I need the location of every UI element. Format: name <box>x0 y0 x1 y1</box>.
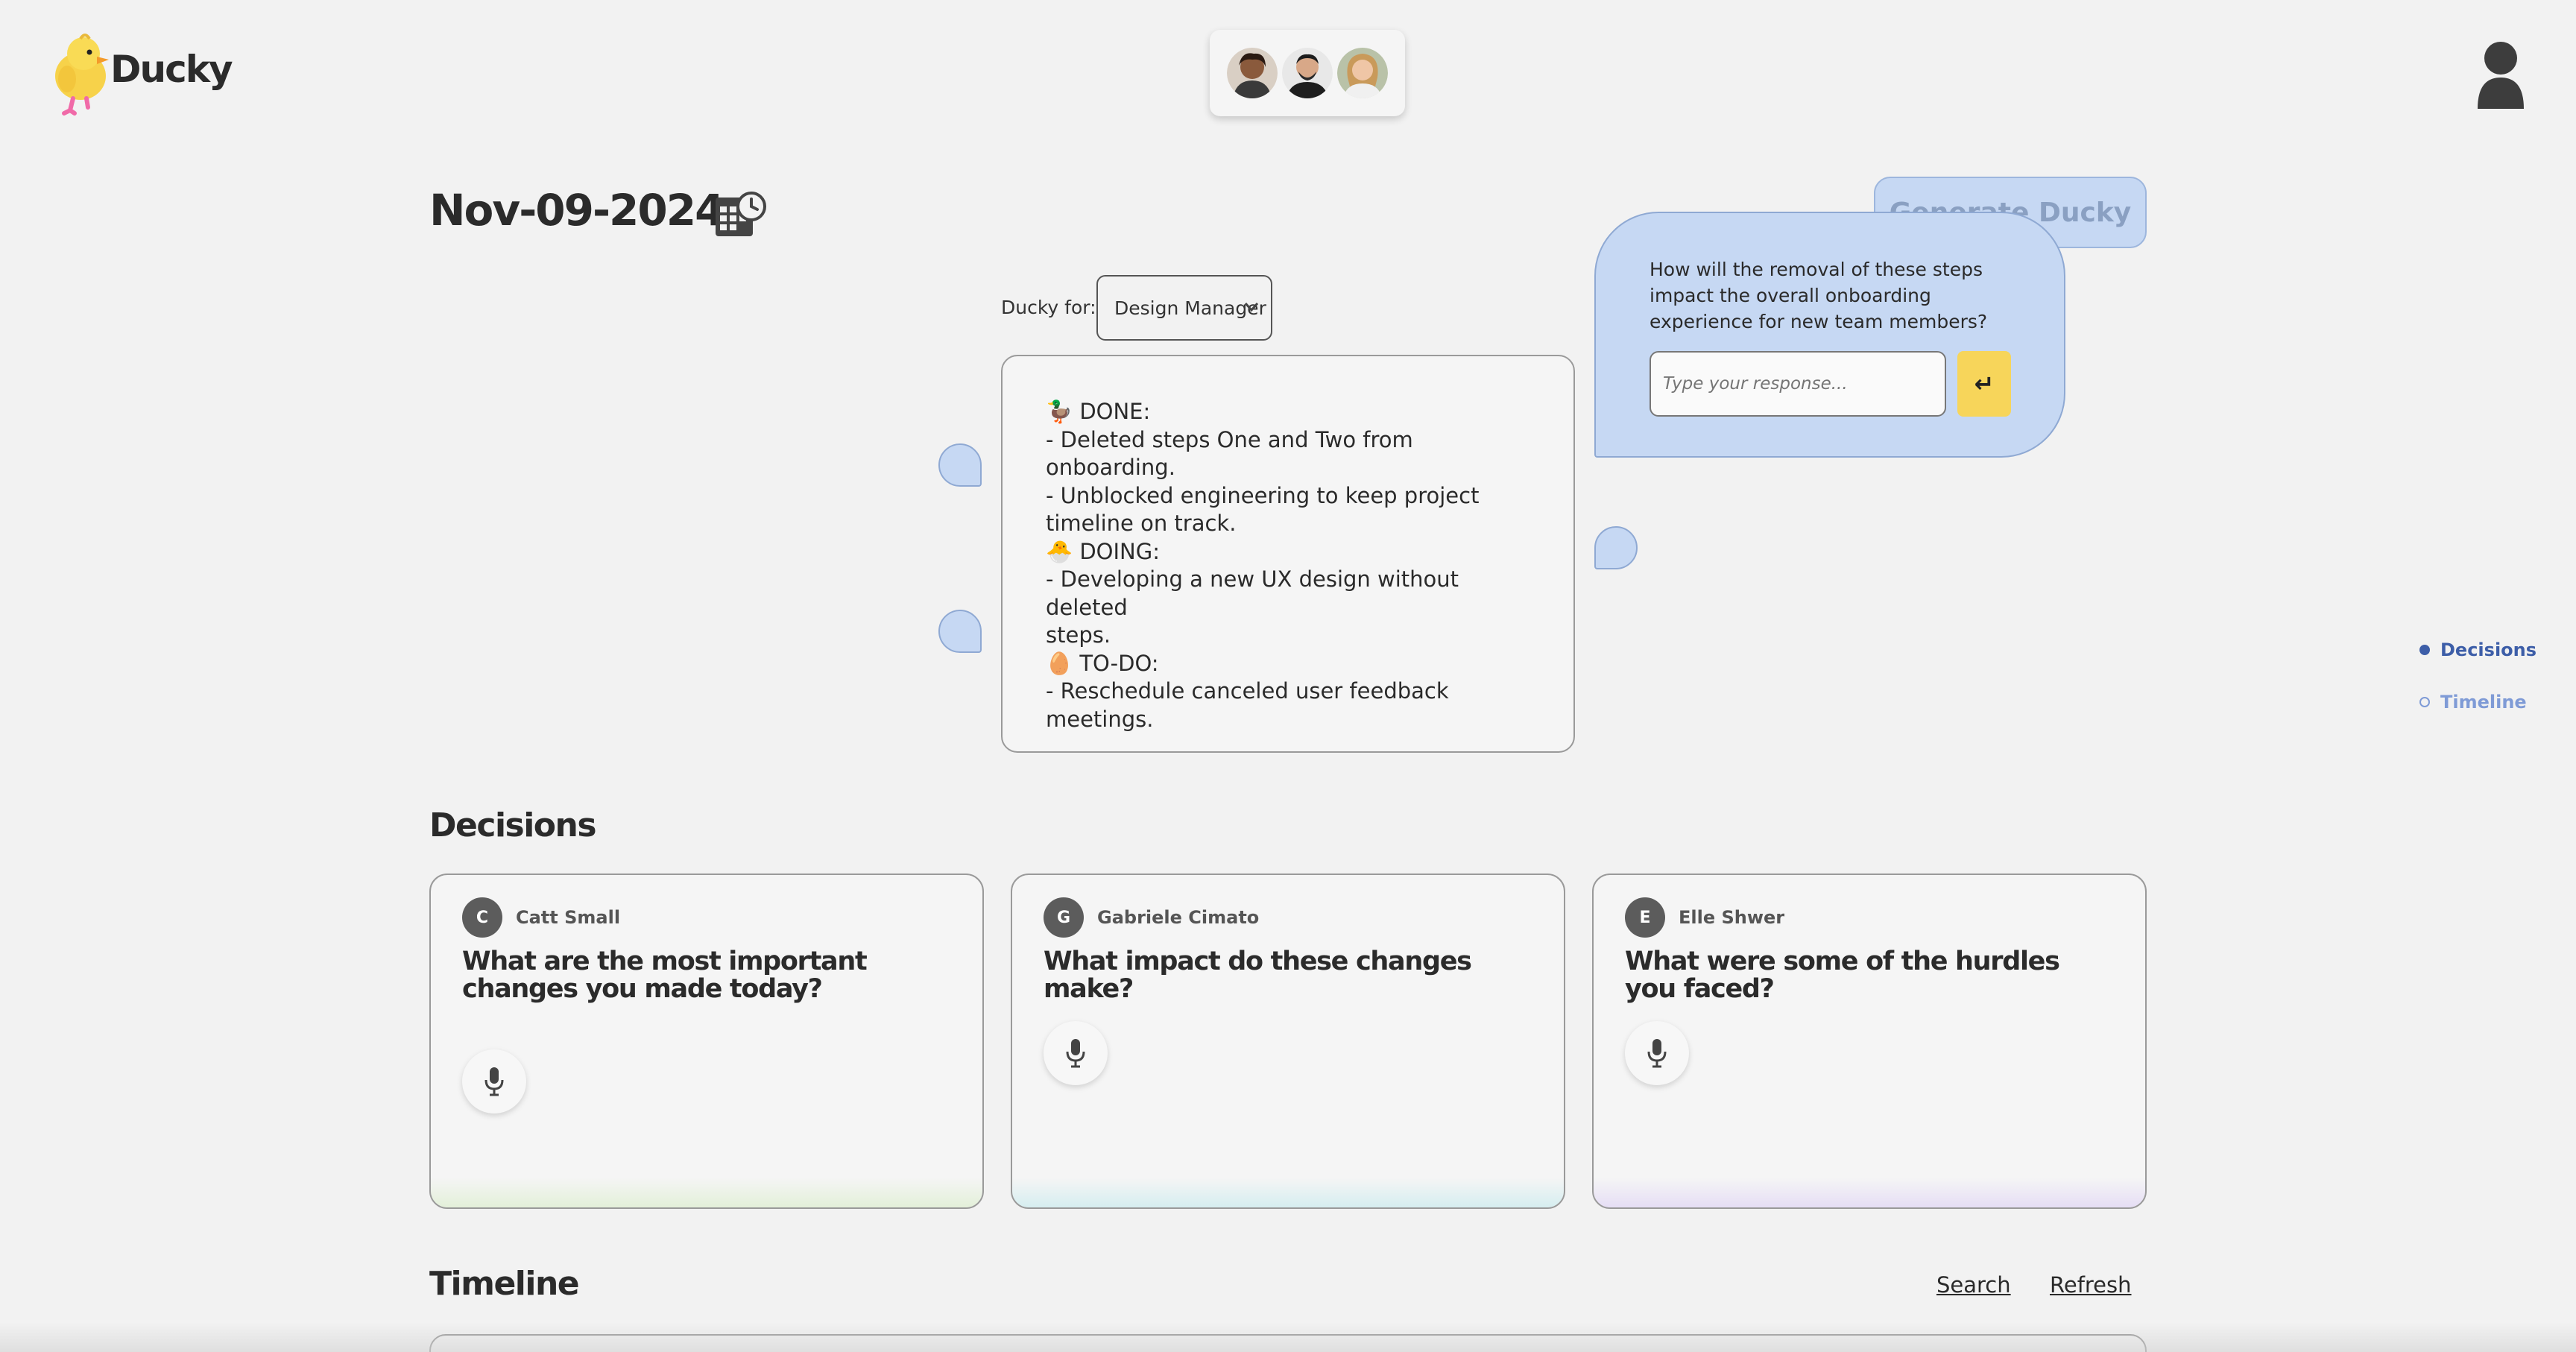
calendar-clock-icon[interactable] <box>714 190 766 239</box>
summary-line: - Developing a new UX design without del… <box>1046 566 1466 620</box>
role-select[interactable]: Design Manager <box>1096 275 1272 341</box>
bottom-shade <box>0 1322 2576 1352</box>
card-glow <box>431 1178 982 1207</box>
card-question: What were some of the hurdles you faced? <box>1625 947 2060 1004</box>
microphone-icon <box>1647 1039 1667 1068</box>
summary-line: - Deleted steps One and Two from onboard… <box>1046 426 1420 481</box>
active-dot-icon <box>2419 645 2430 655</box>
refresh-link[interactable]: Refresh <box>2050 1272 2132 1298</box>
section-nav-timeline[interactable]: Timeline <box>2419 692 2536 713</box>
author-avatar: G <box>1044 897 1084 938</box>
page-title-date: Nov-09-2024 <box>429 185 724 236</box>
author-name: Gabriele Cimato <box>1097 907 1260 928</box>
summary-line: meetings. <box>1046 706 1154 732</box>
enter-icon: ↵ <box>1974 370 1995 398</box>
summary-line: steps. <box>1046 622 1111 648</box>
collaborator-avatars[interactable] <box>1210 30 1405 116</box>
card-author: E Elle Shwer <box>1625 897 1784 938</box>
app-name: Ducky <box>110 48 233 91</box>
card-glow <box>1012 1178 1564 1207</box>
decision-card[interactable]: G Gabriele Cimato What impact do these c… <box>1011 874 1565 1209</box>
prompt-question: How will the removal of these steps impa… <box>1650 259 1988 332</box>
search-link[interactable]: Search <box>1936 1272 2011 1298</box>
author-avatar: E <box>1625 897 1665 938</box>
record-button[interactable] <box>1044 1021 1108 1085</box>
card-question: What are the most important changes you … <box>462 947 868 1004</box>
avatar[interactable] <box>1337 48 1388 98</box>
record-button[interactable] <box>1625 1021 1689 1085</box>
chevron-down-icon <box>1244 303 1259 312</box>
comment-marker[interactable] <box>1594 526 1638 569</box>
record-button[interactable] <box>462 1049 526 1113</box>
summary-line: timeline on track. <box>1046 511 1237 536</box>
author-name: Catt Small <box>516 907 621 928</box>
comment-marker[interactable] <box>938 610 982 653</box>
author-name: Elle Shwer <box>1679 907 1785 928</box>
card-author: C Catt Small <box>462 897 620 938</box>
comment-marker[interactable] <box>938 443 982 487</box>
section-nav-decisions[interactable]: Decisions <box>2419 639 2536 660</box>
microphone-icon <box>1066 1039 1085 1068</box>
avatar[interactable] <box>1282 48 1333 98</box>
decisions-heading: Decisions <box>429 806 597 844</box>
standup-summary[interactable]: 🦆 DONE: - Deleted steps One and Two from… <box>1001 355 1575 753</box>
decision-card[interactable]: C Catt Small What are the most important… <box>429 874 984 1209</box>
summary-line: 🐣 DOING: <box>1046 538 1160 564</box>
summary-line: - Reschedule canceled user feedback <box>1046 678 1449 704</box>
card-question: What impact do these changes make? <box>1044 947 1472 1004</box>
ducky-for-label: Ducky for: <box>1001 297 1096 318</box>
timeline-heading: Timeline <box>429 1265 580 1303</box>
section-nav-label: Decisions <box>2440 639 2537 660</box>
submit-response-button[interactable]: ↵ <box>1957 351 2011 417</box>
summary-line: 🥚 TO-DO: <box>1046 650 1159 676</box>
summary-line: - Unblocked engineering to keep project <box>1046 482 1480 508</box>
summary-line: 🦆 DONE: <box>1046 399 1151 424</box>
ducky-prompt-bubble: How will the removal of these steps impa… <box>1594 212 2065 458</box>
author-avatar: C <box>462 897 502 938</box>
inactive-dot-icon <box>2419 697 2430 707</box>
card-glow <box>1594 1178 2145 1207</box>
response-input[interactable] <box>1650 351 1946 417</box>
app-logo[interactable]: Ducky <box>51 30 233 118</box>
section-nav: Decisions Timeline <box>2419 639 2536 744</box>
user-profile-icon[interactable] <box>2476 39 2525 109</box>
duck-logo-icon <box>55 34 109 116</box>
card-author: G Gabriele Cimato <box>1044 897 1259 938</box>
section-nav-label: Timeline <box>2440 692 2527 713</box>
avatar[interactable] <box>1227 48 1278 98</box>
page: Ducky Nov-09-2024 Ducky for: Design Mana… <box>0 0 2576 1352</box>
microphone-icon <box>484 1067 504 1096</box>
decision-card[interactable]: E Elle Shwer What were some of the hurdl… <box>1592 874 2147 1209</box>
